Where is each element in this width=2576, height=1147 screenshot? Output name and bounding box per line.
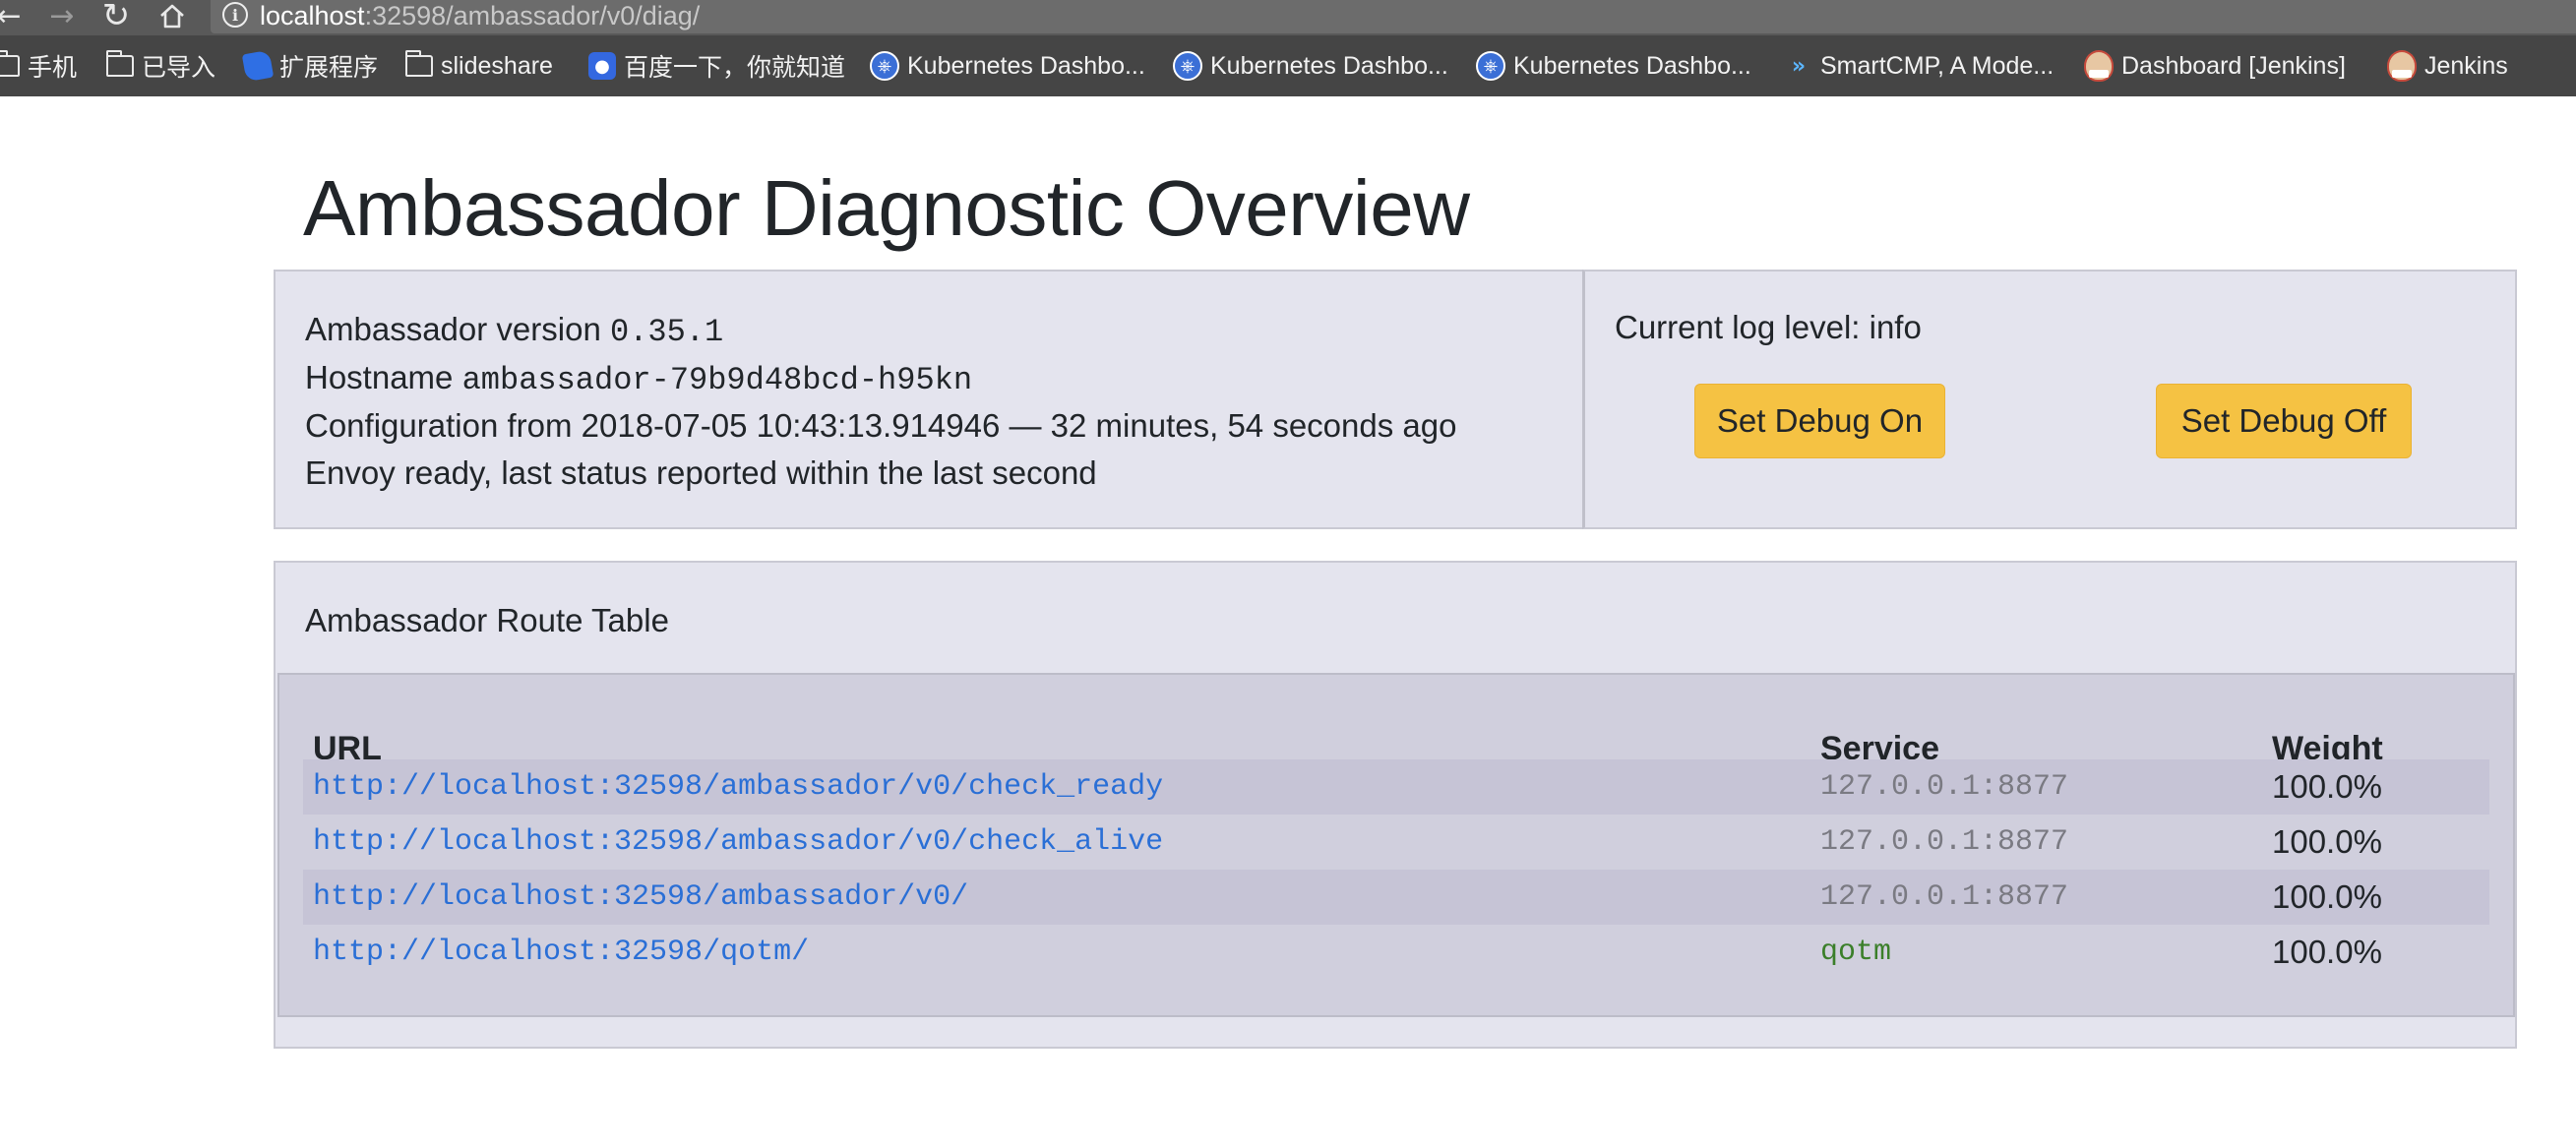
bookmark-jenkins-dashboard[interactable]: Dashboard [Jenkins] <box>2084 35 2346 96</box>
home-icon[interactable] <box>153 0 192 31</box>
baidu-paw-icon: ● <box>588 52 616 80</box>
hostname-label: Hostname <box>305 359 454 395</box>
puzzle-icon <box>241 49 275 83</box>
browser-toolbar: ← → ↻ i localhost:32598/ambassador/v0/di… <box>0 0 2576 35</box>
route-url-link[interactable]: http://localhost:32598/ambassador/v0/che… <box>313 759 1163 815</box>
kubernetes-icon: ⎈ <box>1173 51 1202 81</box>
version-value: 0.35.1 <box>609 314 724 350</box>
jenkins-icon <box>2387 50 2417 82</box>
bookmark-label: SmartCMP, A Mode... <box>1820 51 2055 80</box>
route-table-heading: Ambassador Route Table <box>305 602 669 638</box>
table-row: http://localhost:32598/ambassador/v0/che… <box>303 815 2489 870</box>
overview-panel: Ambassador version 0.35.1 Hostname ambas… <box>274 270 1584 529</box>
bookmark-label: slideshare <box>441 51 553 80</box>
set-debug-off-button[interactable]: Set Debug Off <box>2156 384 2412 458</box>
hostname-value: ambassador-79b9d48bcd-h95kn <box>461 362 973 398</box>
bookmark-extensions[interactable]: 扩展程序 <box>241 35 379 96</box>
kubernetes-icon: ⎈ <box>1476 51 1505 81</box>
address-bar[interactable]: i localhost:32598/ambassador/v0/diag/ <box>211 0 2576 33</box>
version-line: Ambassador version 0.35.1 <box>305 311 723 350</box>
url-text[interactable]: localhost:32598/ambassador/v0/diag/ <box>260 0 700 31</box>
url-path: :32598/ambassador/v0/diag/ <box>364 1 701 30</box>
route-service-link[interactable]: qotm <box>1820 925 1891 980</box>
envoy-status-line: Envoy ready, last status reported within… <box>305 454 1097 491</box>
jenkins-icon <box>2084 50 2114 82</box>
reload-icon[interactable]: ↻ <box>96 0 136 35</box>
folder-icon <box>105 50 134 77</box>
bookmark-smartcmp[interactable]: » SmartCMP, A Mode... <box>1781 35 2054 96</box>
bookmark-kubernetes-2[interactable]: ⎈ Kubernetes Dashbo... <box>1173 35 1448 96</box>
table-row: http://localhost:32598/qotm/ qotm 100.0% <box>303 925 2489 980</box>
bookmark-label: 已导入 <box>142 54 216 82</box>
url-host: localhost <box>260 1 365 30</box>
route-table-panel: Ambassador Route Table URL Service Weigh… <box>274 561 2517 1049</box>
hostname-line: Hostname ambassador-79b9d48bcd-h95kn <box>305 359 972 398</box>
bookmark-label: Jenkins <box>2424 51 2508 80</box>
site-info-icon[interactable]: i <box>222 2 248 28</box>
page-title: Ambassador Diagnostic Overview <box>303 164 1470 252</box>
route-weight: 100.0% <box>2272 934 2382 970</box>
smartcmp-icon: » <box>1791 53 1806 79</box>
bookmark-label: Kubernetes Dashbo... <box>1513 51 1751 80</box>
log-level-panel: Current log level: info Set Debug On Set… <box>1582 270 2517 529</box>
bookmark-label: 百度一下，你就知道 <box>624 54 846 82</box>
route-url-link[interactable]: http://localhost:32598/qotm/ <box>313 925 809 980</box>
kubernetes-icon: ⎈ <box>870 51 899 81</box>
route-weight: 100.0% <box>2272 878 2382 915</box>
folder-icon <box>404 50 433 77</box>
route-service: 127.0.0.1:8877 <box>1820 770 2069 804</box>
bookmark-kubernetes-3[interactable]: ⎈ Kubernetes Dashbo... <box>1476 35 1751 96</box>
bookmark-label: Kubernetes Dashbo... <box>907 51 1145 80</box>
bookmark-label: Dashboard [Jenkins] <box>2121 51 2346 80</box>
bookmark-kubernetes-1[interactable]: ⎈ Kubernetes Dashbo... <box>870 35 1145 96</box>
back-arrow-icon[interactable]: ← <box>0 0 24 33</box>
set-debug-on-button[interactable]: Set Debug On <box>1694 384 1945 458</box>
bookmark-slideshare[interactable]: slideshare <box>404 35 553 96</box>
table-row: http://localhost:32598/ambassador/v0/che… <box>303 759 2489 815</box>
route-service: 127.0.0.1:8877 <box>1820 880 2069 914</box>
log-level-label: Current log level: info <box>1615 309 1922 345</box>
bookmark-mobile[interactable]: 手机 <box>0 35 77 96</box>
route-service: 127.0.0.1:8877 <box>1820 825 2069 859</box>
forward-arrow-icon[interactable]: → <box>45 0 79 33</box>
version-label: Ambassador version <box>305 311 601 347</box>
route-url-link[interactable]: http://localhost:32598/ambassador/v0/ <box>313 870 968 925</box>
bookmark-jenkins[interactable]: Jenkins <box>2387 35 2508 96</box>
bookmark-label: 扩展程序 <box>279 54 379 82</box>
bookmark-label: Kubernetes Dashbo... <box>1210 51 1448 80</box>
bookmark-baidu[interactable]: ● 百度一下，你就知道 <box>588 35 845 96</box>
route-weight: 100.0% <box>2272 823 2382 860</box>
route-table: URL Service Weight http://localhost:3259… <box>277 673 2515 1017</box>
bookmarks-bar: 手机 已导入 扩展程序 slideshare ● 百度一下，你就知道 ⎈ Kuber… <box>0 35 2576 96</box>
configuration-line: Configuration from 2018-07-05 10:43:13.9… <box>305 407 1457 444</box>
bookmark-label: 手机 <box>28 54 78 82</box>
folder-icon <box>0 50 20 77</box>
bookmark-imported[interactable]: 已导入 <box>105 35 216 96</box>
route-url-link[interactable]: http://localhost:32598/ambassador/v0/che… <box>313 815 1163 870</box>
route-weight: 100.0% <box>2272 768 2382 805</box>
table-row: http://localhost:32598/ambassador/v0/ 12… <box>303 870 2489 925</box>
